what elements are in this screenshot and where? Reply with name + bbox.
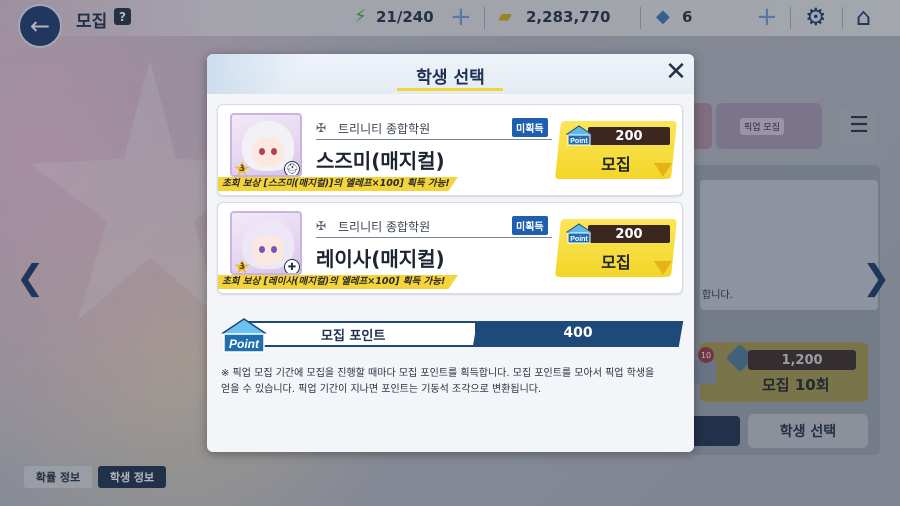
recruit-points-row: 모집 포인트 400 Point [221,318,684,359]
points-label: 모집 포인트 [321,329,386,344]
role-icon: ✚ [284,259,300,273]
recruit-price: 200 [588,225,670,243]
recruit-price: 200 [588,127,670,145]
point-icon: Point [221,318,267,353]
svg-text:Point: Point [570,236,588,243]
student-card-suzumi[interactable]: 3 ⛑ ✠ 트리니티 종합학원 미획득 스즈미(매지컬) 초회 보상 [스즈미(… [217,104,683,196]
trinity-emblem-icon: ✠ [316,219,327,233]
student-portrait: 3 ✚ [230,211,302,275]
student-name: 스즈미(매지컬) [316,149,445,173]
close-icon[interactable]: ✕ [662,58,690,86]
unowned-badge: 미획득 [512,216,548,235]
points-value: 400 [563,325,593,341]
title-underline [397,88,503,91]
portrait-face [252,137,284,167]
point-icon: Point [566,125,592,146]
portrait-eye [259,246,265,253]
notice-line: 얻을 수 있습니다. 픽업 기간이 지나면 포인트는 기동석 조각으로 변환됩니… [221,384,542,395]
svg-text:Point: Point [229,337,260,351]
school-name: 트리니티 종합학원 [338,122,431,136]
portrait-eye [259,148,265,155]
student-card-reisa[interactable]: 3 ✚ ✠ 트리니티 종합학원 미획득 레이사(매지컬) 초회 보상 [레이사(… [217,202,683,294]
svg-text:Point: Point [570,138,588,145]
divider [316,237,552,238]
role-icon: ⛑ [284,161,300,175]
portrait-face [252,235,284,265]
student-select-dialog: 학생 선택 ✕ 3 ⛑ ✠ 트리니티 종합학원 미획득 스즈미(매지컬) 초회 … [207,54,694,452]
point-icon: Point [566,223,592,244]
student-name: 레이사(매지컬) [316,247,445,271]
unowned-badge: 미획득 [512,118,548,137]
notice-text: ※ 픽업 모집 기간에 모집을 진행할 때마다 모집 포인트를 획득합니다. 모… [221,366,681,398]
divider [316,139,552,140]
first-reward-text: 초회 보상 [레이사(매지컬)의 엘레프×100] 획득 가능! [218,275,458,289]
portrait-eye [271,246,277,253]
student-portrait: 3 ⛑ [230,113,302,177]
trinity-emblem-icon: ✠ [316,121,327,135]
first-reward-text: 초회 보상 [스즈미(매지컬)]의 엘레프×100] 획득 가능! [218,177,458,191]
school-name: 트리니티 종합학원 [338,220,431,234]
notice-line: ※ 픽업 모집 기간에 모집을 진행할 때마다 모집 포인트를 획득합니다. 모… [221,368,655,379]
portrait-eye [271,148,277,155]
dialog-title: 학생 선택 [416,68,485,88]
